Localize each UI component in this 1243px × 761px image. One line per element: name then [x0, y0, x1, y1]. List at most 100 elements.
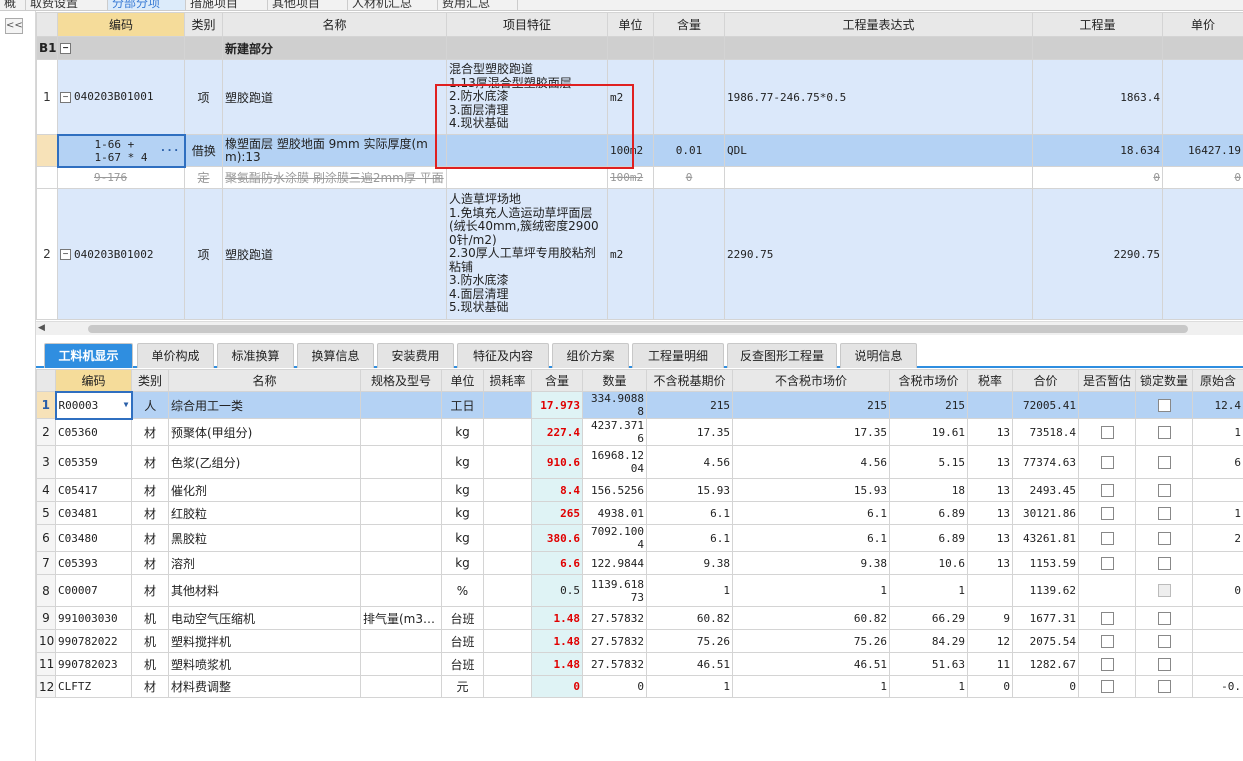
resource-name[interactable]: 黑胶粒	[168, 524, 361, 552]
resource-tax-rate[interactable]: 13	[967, 551, 1013, 575]
more-options-icon[interactable]: ···	[160, 144, 180, 157]
rheader-type[interactable]: 类别	[131, 369, 169, 392]
rheader-content[interactable]: 含量	[531, 369, 583, 392]
resource-spec[interactable]	[360, 418, 442, 446]
item-content[interactable]	[653, 59, 725, 135]
quota-feature[interactable]	[446, 134, 608, 167]
rheader-tax-market-price[interactable]: 含税市场价	[889, 369, 968, 392]
resource-tax-market-price[interactable]: 1	[889, 574, 968, 607]
resource-tax-market-price[interactable]: 18	[889, 478, 968, 502]
resource-total[interactable]: 1677.31	[1012, 606, 1079, 630]
resource-type[interactable]: 材	[131, 501, 169, 525]
item-unit[interactable]: m2	[607, 59, 654, 135]
resource-market-price[interactable]: 1	[732, 675, 890, 698]
scroll-left-icon[interactable]: ◀	[38, 323, 45, 333]
resource-loss[interactable]	[483, 574, 532, 607]
resource-lock-qty[interactable]	[1135, 551, 1193, 575]
resource-content[interactable]: 1.48	[531, 652, 583, 676]
resource-row[interactable]: 1 R00003 ▼ 人综合用工一类 工日 17.973 334.90888 215 215 21…	[36, 390, 1243, 420]
resource-total[interactable]: 0	[1012, 675, 1079, 698]
resource-spec[interactable]	[360, 551, 442, 575]
lock-qty-checkbox[interactable]	[1157, 556, 1171, 570]
resource-lock-qty[interactable]	[1135, 524, 1193, 552]
resource-loss[interactable]	[483, 445, 532, 479]
resource-base-price[interactable]: 6.1	[646, 501, 733, 525]
resource-content[interactable]: 227.4	[531, 418, 583, 446]
resource-original[interactable]: 1	[1192, 501, 1243, 525]
resource-name[interactable]: 塑料喷浆机	[168, 652, 361, 676]
header-code[interactable]: 编码	[57, 12, 185, 37]
resource-code[interactable]: C05393	[55, 551, 132, 575]
resource-lock-qty[interactable]	[1135, 478, 1193, 502]
resource-loss[interactable]	[483, 524, 532, 552]
resource-original[interactable]: 2	[1192, 524, 1243, 552]
resource-total[interactable]: 1139.62	[1012, 574, 1079, 607]
lock-qty-checkbox[interactable]	[1157, 506, 1171, 520]
resource-provisional[interactable]	[1078, 418, 1136, 446]
quota-content[interactable]: 0.01	[653, 134, 725, 167]
resource-tax-rate[interactable]: 9	[967, 606, 1013, 630]
resource-row[interactable]: 2 C05360 材预聚体(甲组分) kg 227.4 4237.3716 17.35 17.…	[36, 418, 1243, 446]
resource-type[interactable]: 材	[131, 675, 169, 698]
resource-original[interactable]	[1192, 551, 1243, 575]
lock-qty-checkbox[interactable]	[1157, 398, 1171, 412]
rheader-qty[interactable]: 数量	[582, 369, 647, 392]
quota-unit[interactable]: 100m2	[607, 134, 654, 167]
lock-qty-checkbox[interactable]	[1157, 425, 1171, 439]
top-tab-items[interactable]: 分部分项	[108, 0, 186, 10]
resource-name[interactable]: 塑料搅拌机	[168, 629, 361, 653]
resource-name[interactable]: 红胶粒	[168, 501, 361, 525]
resource-original[interactable]: 1	[1192, 418, 1243, 446]
tab-conversion-info[interactable]: 换算信息	[297, 343, 374, 368]
resource-market-price[interactable]: 4.56	[732, 445, 890, 479]
tab-install-fee[interactable]: 安装费用	[377, 343, 454, 368]
resource-base-price[interactable]: 1	[646, 574, 733, 607]
resource-provisional[interactable]	[1078, 478, 1136, 502]
resource-type[interactable]: 材	[131, 478, 169, 502]
resource-lock-qty[interactable]	[1135, 501, 1193, 525]
resource-market-price[interactable]: 15.93	[732, 478, 890, 502]
quota-row-selected[interactable]: 1-66 + 1-67 * 4 ··· 借换 橡塑面层 塑胶地面 9mm 实际厚度…	[36, 133, 1243, 168]
provisional-checkbox[interactable]	[1100, 680, 1114, 694]
collapse-tree-icon[interactable]: −	[60, 43, 71, 54]
resource-market-price[interactable]: 215	[732, 391, 890, 419]
rheader-name[interactable]: 名称	[168, 369, 361, 392]
header-name[interactable]: 名称	[222, 12, 447, 37]
resource-spec[interactable]: 排气量(m3…	[360, 606, 442, 630]
resource-row[interactable]: 10 990782022 机塑料搅拌机 台班 1.48 27.57832 75.26 75.2…	[36, 629, 1243, 653]
resource-provisional[interactable]	[1078, 574, 1136, 607]
rheader-lock-qty[interactable]: 锁定数量	[1135, 369, 1193, 392]
item-price[interactable]	[1162, 188, 1243, 320]
resource-name[interactable]: 色浆(乙组分)	[168, 445, 361, 479]
resource-code[interactable]: C03480	[55, 524, 132, 552]
resource-name[interactable]: 其他材料	[168, 574, 361, 607]
collapse-tree-icon[interactable]: −	[60, 91, 71, 103]
top-tab-fee-summary[interactable]: 费用汇总	[438, 0, 518, 10]
resource-content[interactable]: 380.6	[531, 524, 583, 552]
resource-spec[interactable]	[360, 675, 442, 698]
resource-qty[interactable]: 4938.01	[582, 501, 647, 525]
item-expression[interactable]: 2290.75	[724, 188, 1033, 320]
resource-loss[interactable]	[483, 478, 532, 502]
tab-quantity-detail[interactable]: 工程量明细	[632, 343, 724, 368]
quota-name[interactable]: 橡塑面层 塑胶地面 9mm 实际厚度(mm):13	[222, 134, 447, 167]
resource-type[interactable]: 材	[131, 574, 169, 607]
resource-type[interactable]: 材	[131, 524, 169, 552]
resource-row[interactable]: 5 C03481 材红胶粒 kg 265 4938.01 6.1 6.1 6.89 13 30121…	[36, 501, 1243, 525]
resource-original[interactable]	[1192, 629, 1243, 653]
resource-tax-market-price[interactable]: 6.89	[889, 524, 968, 552]
resource-lock-qty[interactable]	[1135, 391, 1193, 419]
item-feature[interactable]: 人造草坪场地 1.免填充人造运动草坪面层(绒长40mm,簇绒密度29000针/m…	[446, 188, 608, 320]
item-quantity[interactable]: 2290.75	[1032, 188, 1163, 320]
resource-provisional[interactable]	[1078, 445, 1136, 479]
resource-spec[interactable]	[360, 574, 442, 607]
resource-loss[interactable]	[483, 652, 532, 676]
resource-tax-market-price[interactable]: 51.63	[889, 652, 968, 676]
resource-base-price[interactable]: 46.51	[646, 652, 733, 676]
resource-unit[interactable]: 台班	[441, 629, 484, 653]
resource-tax-rate[interactable]: 13	[967, 501, 1013, 525]
resource-qty[interactable]: 16968.1204	[582, 445, 647, 479]
resource-tax-market-price[interactable]: 6.89	[889, 501, 968, 525]
resource-total[interactable]: 2493.45	[1012, 478, 1079, 502]
resource-tax-rate[interactable]: 12	[967, 629, 1013, 653]
